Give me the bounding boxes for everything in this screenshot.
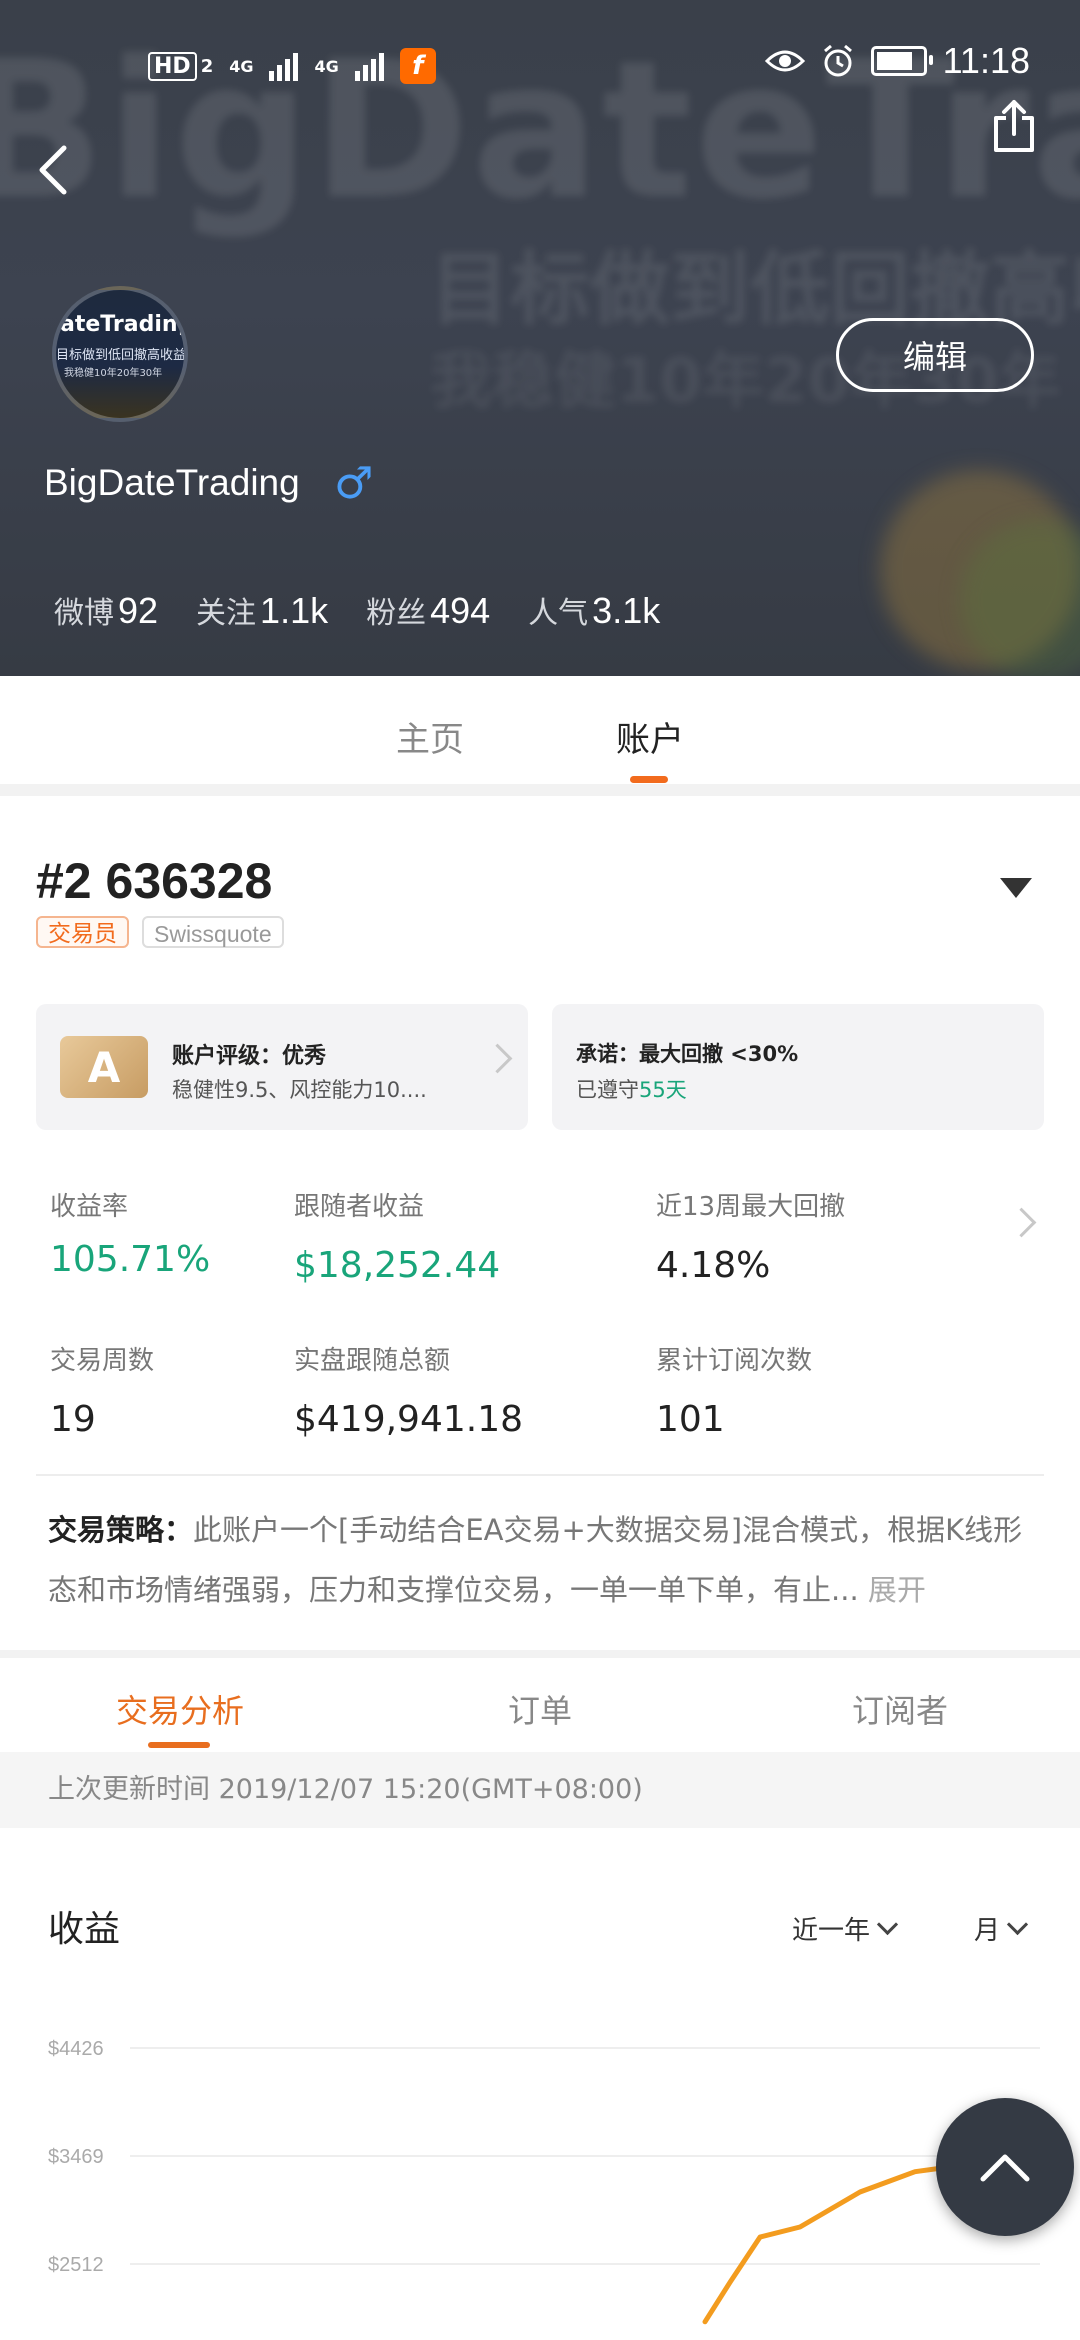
male-gender-icon: ♂ xyxy=(334,458,374,509)
stat-weibo[interactable]: 微博 92 xyxy=(54,588,158,632)
profile-stats: 微博 92 关注 1.1k 粉丝 494 人气 3.1k xyxy=(54,588,660,632)
stat-popularity: 人气 3.1k xyxy=(528,590,661,631)
strategy-label: 交易策略： xyxy=(48,1513,194,1547)
divider xyxy=(36,1474,1044,1476)
y-tick-label: $2512 xyxy=(48,2254,104,2276)
chevron-down-icon xyxy=(1006,1913,1029,1936)
section-divider xyxy=(0,784,1080,796)
range-label: 近一年 xyxy=(792,1916,871,1946)
account-dropdown-icon[interactable] xyxy=(1000,878,1032,898)
analysis-tabs: 交易分析 订单 订阅者 xyxy=(0,1658,1080,1752)
metric-weeks: 交易周数 19 xyxy=(50,1340,154,1440)
period-label: 月 xyxy=(974,1916,1001,1946)
y-tick-label: $4426 xyxy=(48,2038,104,2060)
tab-trade-analysis[interactable]: 交易分析 xyxy=(116,1686,244,1732)
hd-icon: HD xyxy=(148,51,197,81)
tab-account[interactable]: 账户 xyxy=(616,712,684,761)
stat-followers[interactable]: 粉丝 494 xyxy=(366,588,490,632)
app-notification-icon: f xyxy=(399,48,436,84)
promise-prefix: 已遵守 xyxy=(576,1078,639,1102)
signal-icon xyxy=(269,51,299,81)
metric-value: 101 xyxy=(656,1399,725,1440)
period-dropdown[interactable]: 月 xyxy=(974,1910,1029,1947)
metric-label: 跟随者收益 xyxy=(294,1192,425,1222)
edit-profile-button[interactable]: 编辑 xyxy=(836,318,1034,392)
metric-label: 累计订阅次数 xyxy=(656,1346,813,1376)
stat-following[interactable]: 关注 1.1k xyxy=(196,588,328,632)
tab-indicator xyxy=(630,776,668,783)
network-4g-label: 4G xyxy=(314,56,339,76)
profit-chart: $4426 $3469 $2512 xyxy=(48,2038,1040,2325)
rating-title: 账户评级：优秀 xyxy=(172,1044,327,1069)
clock: 11:18 xyxy=(942,40,1030,81)
metric-label: 交易周数 xyxy=(50,1346,155,1376)
network-4g-label: 4G xyxy=(229,56,254,76)
rating-description: 稳健性9.5、风控能力10.... xyxy=(172,1078,427,1102)
main-tabs: 主页 账户 xyxy=(0,676,1080,784)
section-divider xyxy=(0,1650,1080,1658)
metric-follower-profit: 跟随者收益 $18,252.44 xyxy=(294,1186,500,1286)
username: BigDateTrading xyxy=(44,462,300,503)
metric-yield: 收益率 105.71% xyxy=(50,1186,210,1280)
metric-value: $419,941.18 xyxy=(294,1399,524,1440)
avatar-subtext: 目标做到低回撤高收益 xyxy=(56,348,187,363)
chart-title: 收益 xyxy=(48,1909,121,1950)
tab-orders[interactable]: 订单 xyxy=(508,1686,572,1732)
share-icon[interactable] xyxy=(988,98,1040,154)
tab-home[interactable]: 主页 xyxy=(396,712,464,761)
role-tag: 交易员 xyxy=(36,916,129,948)
metric-value: 4.18% xyxy=(656,1245,771,1286)
avatar-subtext-2: 我稳健10年20年30年 xyxy=(64,368,163,379)
metric-value: 19 xyxy=(50,1399,96,1440)
profile-header: BigDateTrading 目标做到低回撤高收益 我稳健10年20年30年 H… xyxy=(0,0,1080,676)
metric-follow-total: 实盘跟随总额 $419,941.18 xyxy=(294,1340,523,1440)
series-line xyxy=(702,2162,968,2325)
tab-indicator xyxy=(148,1742,210,1748)
last-update-time: 上次更新时间 2019/12/07 15:20(GMT+08:00) xyxy=(0,1752,1080,1828)
signal-icon xyxy=(354,51,384,81)
account-title: #2 636328 xyxy=(36,853,273,909)
chevron-down-icon xyxy=(876,1913,899,1936)
metric-label: 收益率 xyxy=(50,1192,129,1222)
metric-label: 实盘跟随总额 xyxy=(294,1346,451,1376)
status-bar: HD 2 4G 4G f 11:18 xyxy=(0,0,1080,130)
expand-link[interactable]: 展开 xyxy=(868,1573,926,1607)
promise-status: 已遵守55天 xyxy=(576,1074,687,1104)
metric-drawdown[interactable]: 近13周最大回撤 4.18% xyxy=(656,1186,845,1286)
avatar-text: ateTrading xyxy=(60,312,188,337)
chevron-up-icon xyxy=(980,2154,1030,2182)
eye-icon xyxy=(764,50,805,72)
back-arrow-icon[interactable] xyxy=(30,140,80,200)
metric-subscriptions: 累计订阅次数 101 xyxy=(656,1340,812,1440)
strategy-text: 交易策略：此账户一个[手动结合EA交易+大数据交易]混合模式，根据K线形态和市场… xyxy=(48,1500,1038,1620)
battery-icon xyxy=(870,46,933,76)
tab-subscribers[interactable]: 订阅者 xyxy=(852,1686,948,1732)
rating-a-badge: A xyxy=(60,1036,148,1098)
broker-tag: Swissquote xyxy=(142,916,284,948)
promise-card: 承诺：最大回撤 <30% 已遵守55天 xyxy=(552,1004,1044,1130)
sim-number: 2 xyxy=(200,55,214,77)
metric-value: $18,252.44 xyxy=(294,1245,501,1286)
scroll-to-top-button[interactable] xyxy=(936,2098,1074,2236)
metric-value: 105.71% xyxy=(50,1239,211,1280)
account-rating-card[interactable]: A 账户评级：优秀 稳健性9.5、风控能力10.... xyxy=(36,1004,528,1130)
promise-days: 55天 xyxy=(639,1078,687,1102)
range-dropdown[interactable]: 近一年 xyxy=(792,1910,899,1947)
promise-title: 承诺：最大回撤 <30% xyxy=(576,1042,799,1066)
metric-label: 近13周最大回撤 xyxy=(656,1192,846,1222)
avatar[interactable]: ateTrading 目标做到低回撤高收益 我稳健10年20年30年 xyxy=(52,286,188,422)
chevron-right-icon xyxy=(482,1043,513,1074)
alarm-icon xyxy=(823,44,852,77)
chevron-right-icon[interactable] xyxy=(1006,1207,1037,1238)
y-tick-label: $3469 xyxy=(48,2146,104,2168)
